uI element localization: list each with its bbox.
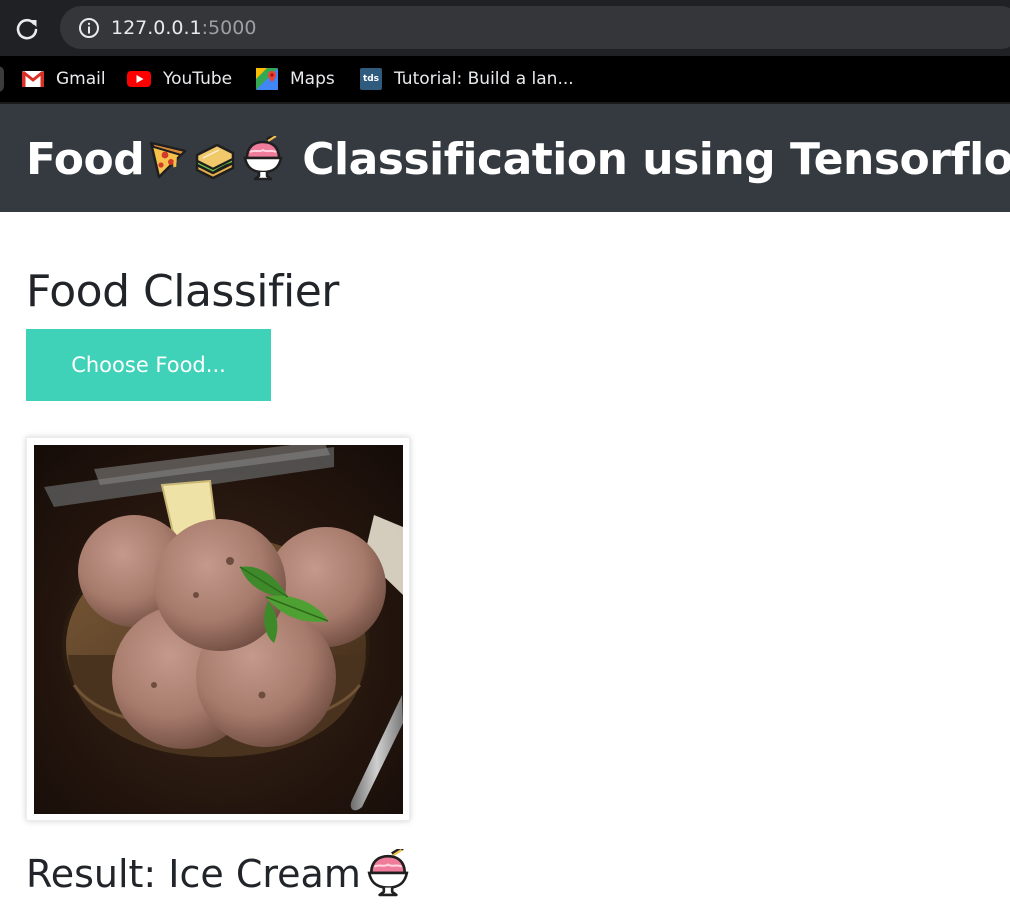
- url-host: 127.0.0.1: [111, 17, 202, 39]
- pizza-emoji-icon: [144, 134, 190, 184]
- maps-icon: [256, 68, 278, 90]
- url-port: :5000: [201, 17, 257, 39]
- page-header: Food Classification using Tensorflow: [0, 104, 1010, 212]
- shaved-ice-emoji-icon: [240, 134, 286, 184]
- choose-food-button[interactable]: Choose Food...: [26, 329, 271, 401]
- bookmark-maps[interactable]: Maps: [256, 56, 335, 102]
- bookmarks-bar: Gmail YouTube Maps tds Tutorial: Build a…: [0, 56, 1010, 102]
- bookmark-label: Gmail: [56, 69, 106, 89]
- bookmark-label: YouTube: [163, 69, 233, 89]
- browser-address-bar: 127.0.0.1:5000: [0, 0, 1010, 56]
- shaved-ice-emoji-icon: [363, 846, 413, 902]
- site-title: Food Classification using Tensorflow: [26, 128, 1010, 190]
- sandwich-emoji-icon: [192, 134, 238, 184]
- info-icon[interactable]: [78, 17, 100, 39]
- tds-icon: tds: [360, 68, 382, 90]
- bookmark-gmail[interactable]: Gmail: [22, 56, 106, 102]
- bookmark-youtube[interactable]: YouTube: [127, 56, 232, 102]
- ice-cream-preview-image: [34, 445, 403, 814]
- gmail-icon: [22, 70, 44, 87]
- reload-icon[interactable]: [12, 14, 42, 44]
- bookmarks-scroll-handle: [0, 66, 4, 92]
- site-title-suffix: Classification using Tensorflow: [302, 133, 1010, 185]
- site-title-prefix: Food: [26, 133, 145, 185]
- result-text: Result: Ice Cream: [26, 846, 413, 902]
- result-label: Result: Ice Cream: [26, 852, 361, 896]
- classifier-heading: Food Classifier: [26, 266, 339, 317]
- bookmark-tutorial[interactable]: tds Tutorial: Build a lan...: [360, 56, 574, 102]
- image-preview-card: [26, 437, 410, 821]
- youtube-icon: [127, 71, 151, 87]
- bookmark-label: Tutorial: Build a lan...: [394, 69, 574, 89]
- url-text[interactable]: 127.0.0.1:5000: [111, 15, 256, 41]
- bookmark-label: Maps: [290, 69, 335, 89]
